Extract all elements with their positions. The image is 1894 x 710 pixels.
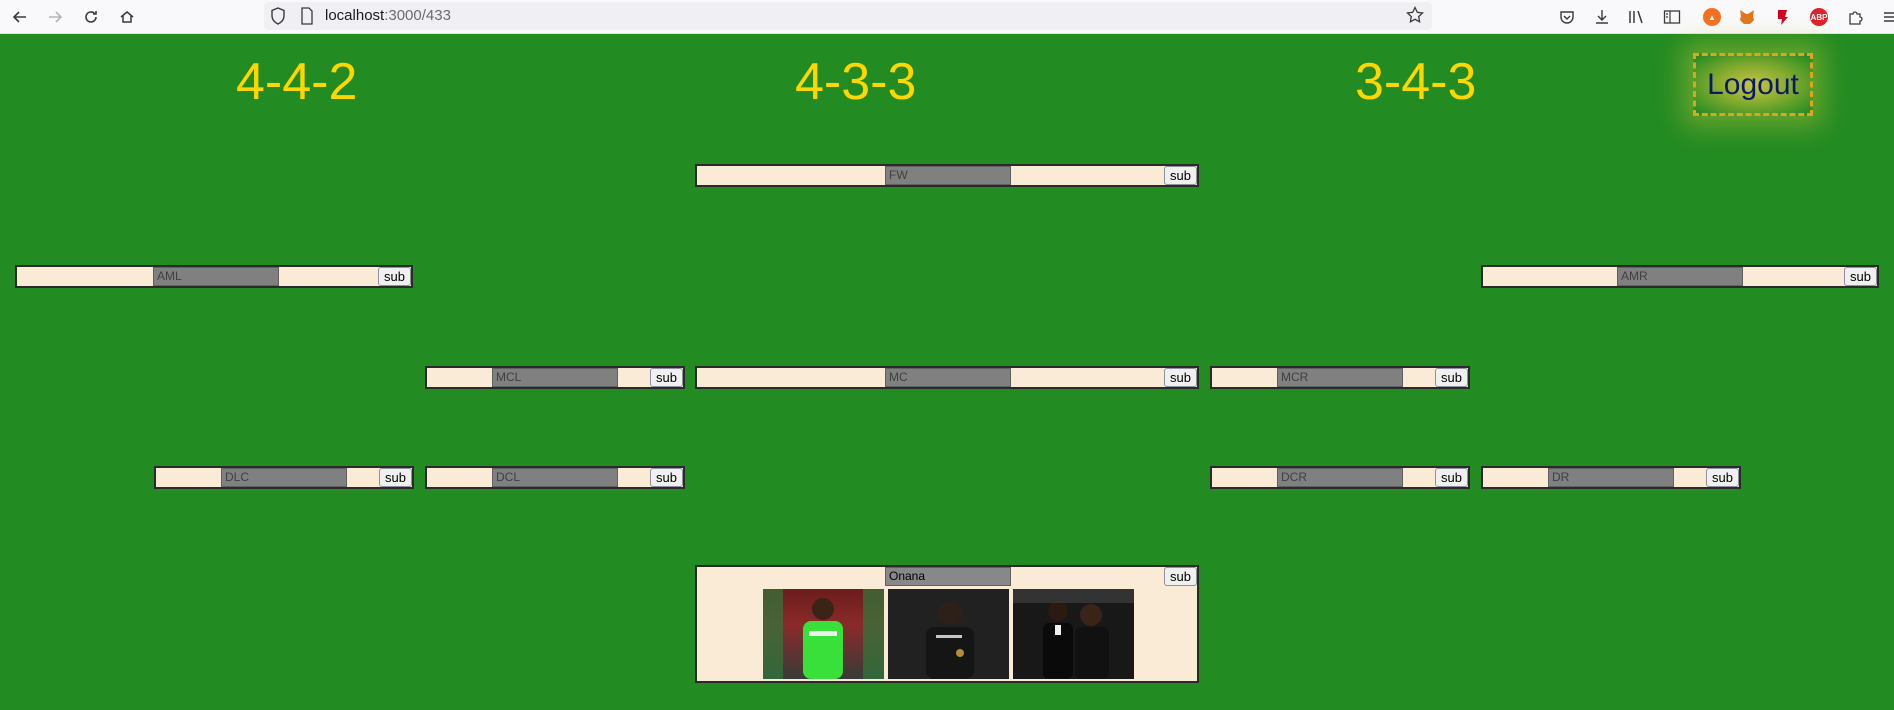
- url-host: localhost: [325, 7, 385, 24]
- extensions-puzzle-icon[interactable]: [1844, 6, 1866, 28]
- back-arrow-icon[interactable]: [7, 4, 33, 30]
- player-photo-1[interactable]: [763, 589, 884, 679]
- slot-amr: AMR sub: [1481, 265, 1879, 288]
- player-name-aml[interactable]: AML: [153, 267, 279, 286]
- player-name-dr[interactable]: DR: [1548, 468, 1674, 487]
- player-photo-gallery: [763, 589, 1134, 679]
- sub-button-mcl[interactable]: sub: [650, 368, 683, 387]
- slot-gk: Onana sub: [695, 565, 1199, 683]
- extension-red-icon[interactable]: [1771, 6, 1793, 28]
- slot-dcr: DCR sub: [1210, 466, 1470, 489]
- sidebar-icon[interactable]: [1661, 6, 1683, 28]
- slot-dcl: DCL sub: [425, 466, 685, 489]
- player-photo-3[interactable]: [1013, 589, 1134, 679]
- formation-343-link[interactable]: 3-4-3: [1355, 50, 1476, 114]
- player-name-amr[interactable]: AMR: [1617, 267, 1743, 286]
- url-text: localhost:3000/433: [325, 7, 451, 24]
- reload-icon[interactable]: [78, 4, 104, 30]
- browser-toolbar: localhost:3000/433 ▲ ABP: [0, 0, 1894, 34]
- sub-button-gk[interactable]: sub: [1164, 567, 1197, 586]
- slot-mcr: MCR sub: [1210, 366, 1470, 389]
- extension-orange-icon[interactable]: ▲: [1701, 6, 1723, 28]
- pocket-icon[interactable]: [1556, 6, 1578, 28]
- forward-arrow-icon[interactable]: [42, 4, 68, 30]
- player-name-dcr[interactable]: DCR: [1277, 468, 1403, 487]
- sub-button-amr[interactable]: sub: [1844, 267, 1877, 286]
- page-info-icon[interactable]: [300, 7, 314, 30]
- sub-button-mcr[interactable]: sub: [1435, 368, 1468, 387]
- shield-icon[interactable]: [270, 7, 286, 30]
- formation-442-link[interactable]: 4-4-2: [236, 50, 357, 114]
- player-name-dlc[interactable]: DLC: [221, 468, 347, 487]
- sub-button-dr[interactable]: sub: [1706, 468, 1739, 487]
- metamask-fox-icon[interactable]: [1736, 6, 1758, 28]
- slot-dlc: DLC sub: [154, 466, 414, 489]
- slot-mcl: MCL sub: [425, 366, 685, 389]
- player-photo-2[interactable]: [888, 589, 1009, 679]
- sub-button-fw[interactable]: sub: [1164, 166, 1197, 185]
- library-icon[interactable]: [1626, 6, 1648, 28]
- player-name-mcr[interactable]: MCR: [1277, 368, 1403, 387]
- address-bar[interactable]: localhost:3000/433: [264, 2, 1432, 30]
- player-name-mc[interactable]: MC: [885, 368, 1011, 387]
- sub-button-mc[interactable]: sub: [1164, 368, 1197, 387]
- slot-fw: FW sub: [695, 164, 1199, 187]
- logout-button[interactable]: Logout: [1693, 53, 1813, 116]
- sub-button-dlc[interactable]: sub: [379, 468, 412, 487]
- player-name-dcl[interactable]: DCL: [492, 468, 618, 487]
- sub-button-dcr[interactable]: sub: [1435, 468, 1468, 487]
- player-name-fw[interactable]: FW: [885, 166, 1011, 185]
- bookmark-star-icon[interactable]: [1406, 5, 1424, 29]
- player-name-gk[interactable]: Onana: [885, 567, 1011, 586]
- url-path: :3000/433: [384, 7, 451, 24]
- home-icon[interactable]: [114, 4, 140, 30]
- player-name-mcl[interactable]: MCL: [492, 368, 618, 387]
- slot-mc: MC sub: [695, 366, 1199, 389]
- slot-dr: DR sub: [1481, 466, 1741, 489]
- menu-icon[interactable]: [1878, 6, 1894, 28]
- sub-button-aml[interactable]: sub: [378, 267, 411, 286]
- adblock-plus-icon[interactable]: ABP: [1808, 6, 1830, 28]
- download-icon[interactable]: [1591, 6, 1613, 28]
- slot-aml: AML sub: [15, 265, 413, 288]
- sub-button-dcl[interactable]: sub: [650, 468, 683, 487]
- formation-433-link[interactable]: 4-3-3: [795, 50, 916, 114]
